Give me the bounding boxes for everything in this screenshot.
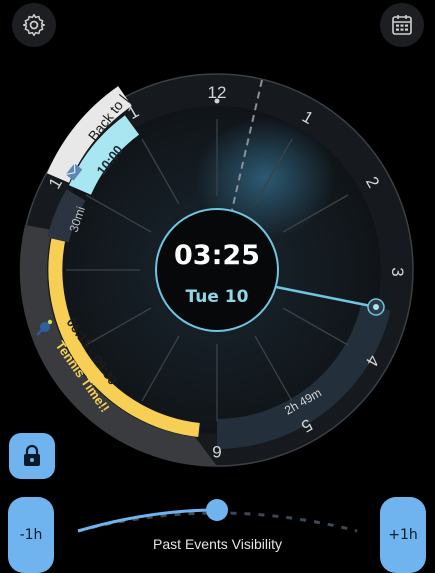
clock-face: 12 1 2 3 4 5 6 1 1 Back to | 10:00 30mi … xyxy=(19,73,414,533)
lock-button[interactable] xyxy=(9,433,55,479)
slider-label: Past Events Visibility xyxy=(153,536,282,552)
minus-hour-button[interactable]: -1h xyxy=(8,497,54,573)
time-hand-knob-center xyxy=(373,304,379,310)
hour-label-12: 12 xyxy=(208,83,227,102)
current-time: 03:25 xyxy=(174,240,260,271)
slider-track-filled xyxy=(77,508,218,533)
lock-icon xyxy=(24,444,40,466)
slider-thumb[interactable] xyxy=(206,499,228,521)
current-date: Tue 10 xyxy=(186,287,249,307)
hour-label-3: 3 xyxy=(388,267,407,276)
plus-hour-button[interactable]: +1h xyxy=(380,497,426,573)
hour-label-6: 6 xyxy=(212,442,221,461)
